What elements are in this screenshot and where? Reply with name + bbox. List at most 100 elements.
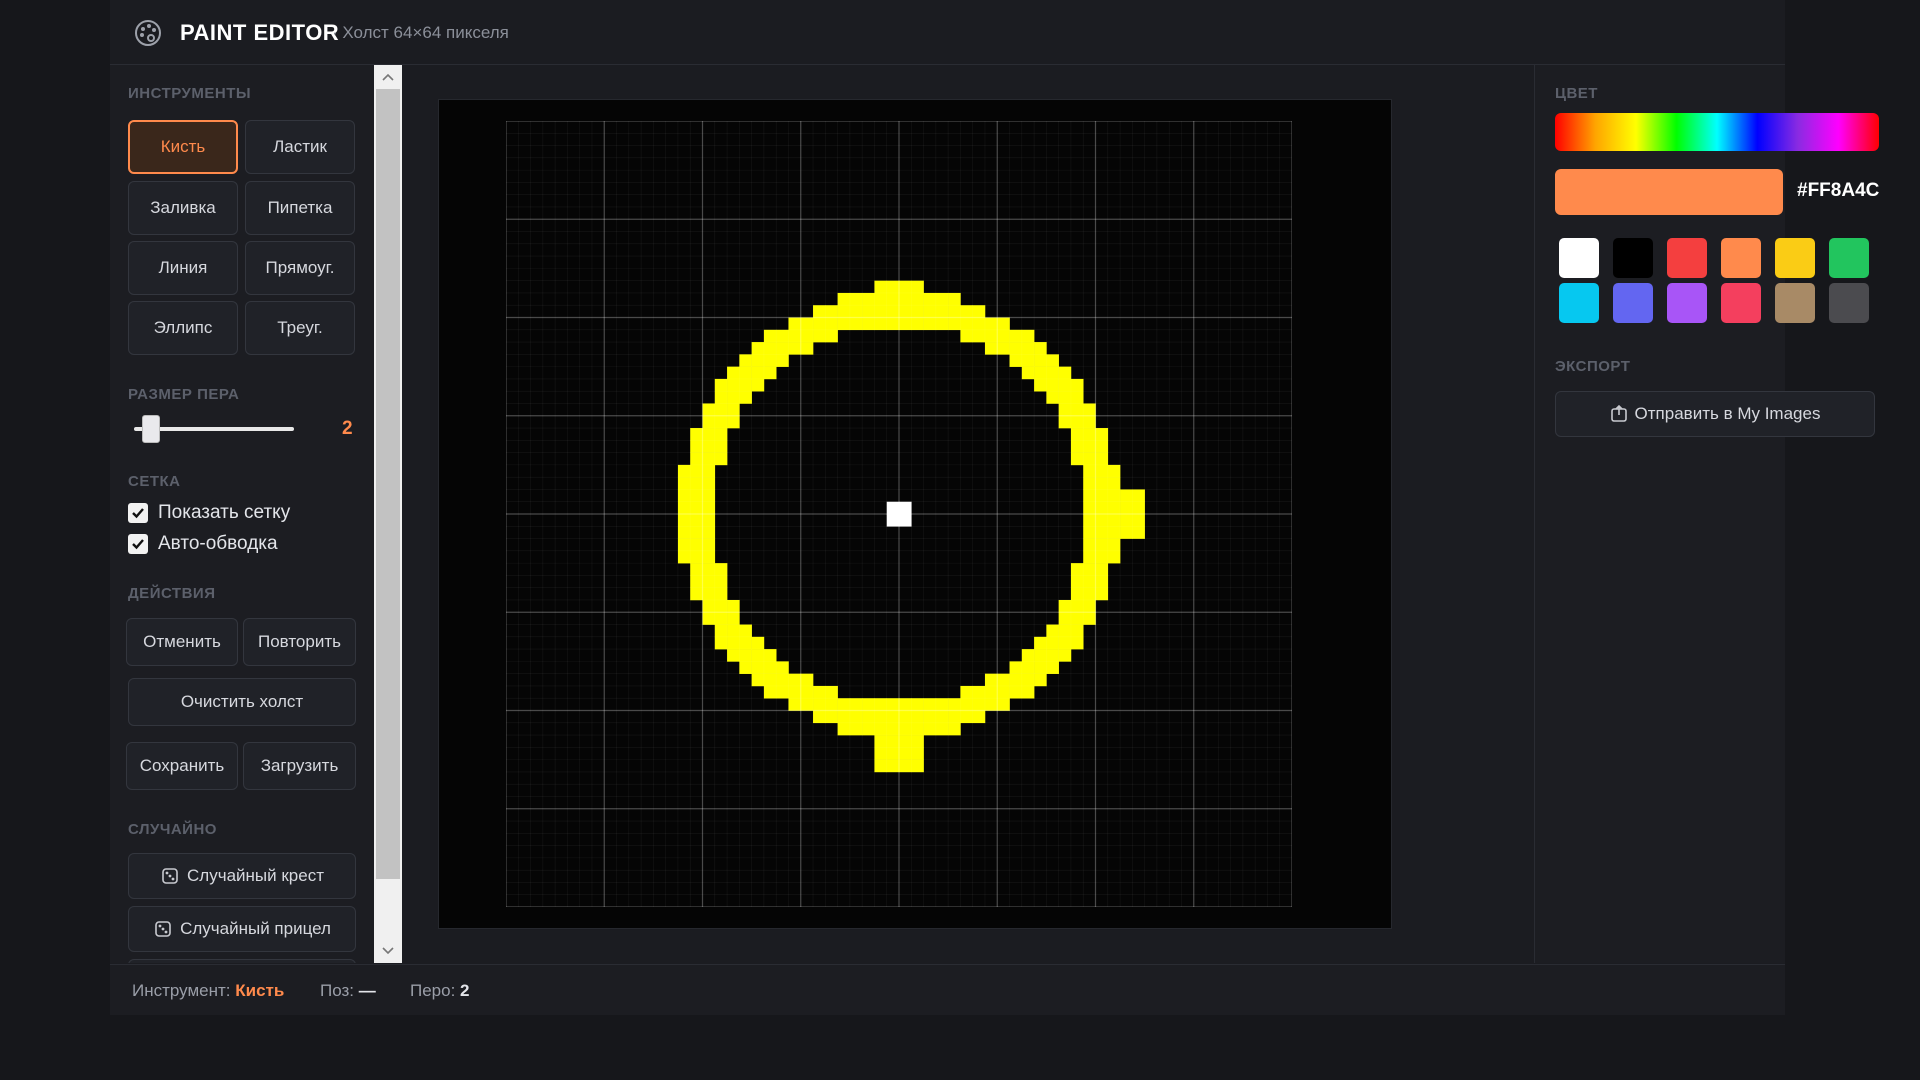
tool-eyedropper-button[interactable]: Пипетка	[245, 181, 355, 235]
tool-brush-button[interactable]: Кисть	[128, 120, 238, 174]
pen-size-slider-thumb[interactable]	[142, 415, 160, 443]
tools-panel-scrollbar[interactable]	[374, 65, 402, 963]
show-grid-option[interactable]: Показать сетку	[128, 502, 290, 524]
palette-swatch[interactable]	[1667, 283, 1707, 323]
ring-pixel	[702, 489, 716, 503]
ring-pixel	[1083, 575, 1096, 588]
ring-pixel	[690, 575, 703, 588]
tool-triangle-button[interactable]: Треуг.	[245, 301, 355, 355]
current-color-swatch[interactable]	[1555, 169, 1783, 215]
ring-pixel	[763, 329, 777, 343]
redo-button[interactable]: Повторить	[243, 618, 356, 666]
palette-swatch[interactable]	[1613, 283, 1653, 323]
ring-pixel	[1046, 378, 1059, 392]
tool-line-button[interactable]: Линия	[128, 241, 238, 295]
ring-pixel	[690, 514, 703, 527]
palette-swatch[interactable]	[1829, 283, 1869, 323]
undo-button[interactable]: Отменить	[126, 618, 238, 666]
ring-pixel	[714, 563, 728, 576]
ring-pixel	[984, 698, 998, 711]
tools-section-title: ИНСТРУМЕНТЫ	[128, 85, 252, 102]
pixel-canvas[interactable]	[506, 121, 1292, 907]
ring-pixel	[984, 673, 998, 687]
ring-pixel	[1120, 501, 1133, 515]
ring-pixel	[911, 292, 924, 306]
ring-pixel	[935, 317, 949, 331]
auto-outline-label: Авто-обводка	[158, 533, 278, 554]
scrollbar-thumb[interactable]	[376, 89, 400, 879]
tools-panel[interactable]: ИНСТРУМЕНТЫ Кисть Ластик Заливка Пипетка…	[110, 65, 375, 963]
save-button[interactable]: Сохранить	[126, 742, 238, 790]
ring-pixel	[1095, 550, 1109, 564]
palette-swatch[interactable]	[1559, 283, 1599, 323]
ring-pixel	[984, 342, 998, 355]
tool-ellipse-button[interactable]: Эллипс	[128, 301, 238, 355]
ring-pixel	[751, 366, 765, 380]
ring-pixel	[972, 317, 986, 331]
scroll-up-arrow-icon[interactable]	[374, 65, 402, 89]
ring-pixel	[911, 735, 924, 748]
ring-pixel	[972, 698, 986, 711]
ring-pixel	[1095, 526, 1109, 539]
auto-outline-checkbox[interactable]	[128, 534, 148, 554]
ring-pixel	[1095, 575, 1109, 588]
ring-pixel	[862, 722, 875, 736]
ring-pixel	[1046, 391, 1059, 404]
ring-pixel	[1058, 378, 1072, 392]
status-pos-value: —	[358, 981, 376, 1000]
ring-pixel	[837, 305, 851, 318]
auto-outline-option[interactable]: Авто-обводка	[128, 533, 278, 555]
ring-pixel	[1107, 501, 1121, 515]
palette-swatch[interactable]	[1775, 283, 1815, 323]
ring-pixel	[1009, 329, 1023, 343]
ring-pixel	[960, 317, 973, 331]
random-crosshair-button[interactable]: Случайный прицел	[128, 906, 356, 952]
ring-pixel	[874, 698, 888, 711]
ring-pixel	[849, 317, 863, 331]
ring-pixel	[899, 305, 912, 318]
tool-rectangle-button[interactable]: Прямоуг.	[245, 241, 355, 295]
center-pixel	[899, 514, 912, 527]
palette-swatch[interactable]	[1667, 238, 1707, 278]
palette-swatch[interactable]	[1559, 238, 1599, 278]
ring-pixel	[727, 649, 740, 662]
ring-pixel	[1058, 403, 1072, 417]
random-cross-button[interactable]: Случайный крест	[128, 853, 356, 899]
ring-pixel	[751, 342, 765, 355]
send-to-my-images-button[interactable]: Отправить в My Images	[1555, 391, 1875, 437]
random-section-title: СЛУЧАЙНО	[128, 821, 217, 838]
ring-pixel	[1070, 575, 1084, 588]
ring-pixel	[948, 317, 961, 331]
ring-pixel	[960, 710, 973, 724]
ring-pixel	[874, 292, 888, 306]
more-random-button[interactable]	[128, 959, 356, 963]
ring-pixel	[1058, 391, 1072, 404]
palette-swatch[interactable]	[1775, 238, 1815, 278]
hue-slider[interactable]	[1555, 113, 1879, 151]
ring-pixel	[911, 280, 924, 294]
ring-pixel	[763, 366, 777, 380]
tool-fill-button[interactable]: Заливка	[128, 181, 238, 235]
center-pixel	[886, 501, 900, 515]
ring-pixel	[702, 587, 716, 601]
palette-swatch[interactable]	[1721, 283, 1761, 323]
ring-pixel	[1070, 403, 1084, 417]
ring-pixel	[849, 305, 863, 318]
ring-pixel	[702, 514, 716, 527]
clear-canvas-button[interactable]: Очистить холст	[128, 678, 356, 726]
ring-pixel	[1083, 440, 1096, 453]
ring-pixel	[1046, 636, 1059, 650]
ring-pixel	[1083, 526, 1096, 539]
scroll-down-arrow-icon[interactable]	[374, 939, 402, 963]
load-button[interactable]: Загрузить	[243, 742, 356, 790]
ring-pixel	[1083, 464, 1096, 478]
palette-swatch[interactable]	[1613, 238, 1653, 278]
tool-eraser-button[interactable]: Ластик	[245, 120, 355, 174]
palette-swatch[interactable]	[1829, 238, 1869, 278]
ring-pixel	[739, 354, 752, 367]
show-grid-checkbox[interactable]	[128, 503, 148, 523]
ring-pixel	[751, 673, 765, 687]
palette-swatch[interactable]	[1721, 238, 1761, 278]
ring-pixel	[1058, 636, 1072, 650]
ring-pixel	[911, 317, 924, 331]
